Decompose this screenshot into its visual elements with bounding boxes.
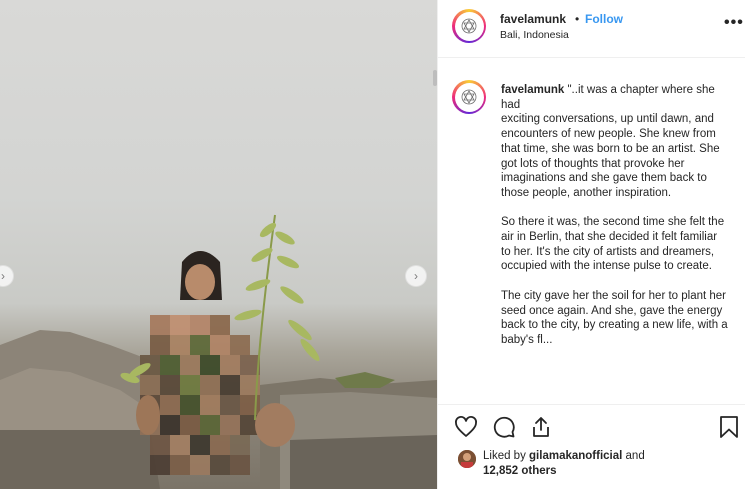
post-header: favelamunk • Follow Bali, Indonesia ••• <box>438 0 745 58</box>
location-link[interactable]: Bali, Indonesia <box>500 29 569 41</box>
next-image-button[interactable]: › <box>405 265 427 287</box>
caption-area: favelamunk "..it was a chapter where she… <box>438 68 745 402</box>
liked-by-prefix: Liked by <box>483 450 530 462</box>
follow-button[interactable]: Follow <box>585 12 623 26</box>
avatar[interactable] <box>452 9 486 43</box>
like-button[interactable] <box>454 415 478 439</box>
photo-illustration <box>0 214 437 489</box>
comment-button[interactable] <box>492 415 516 439</box>
caption-avatar[interactable] <box>452 80 486 114</box>
share-icon <box>533 417 549 437</box>
profile-logo-icon <box>461 89 477 105</box>
avatar-photo <box>458 450 476 468</box>
liker-username[interactable]: gilamakanofficial <box>529 450 622 462</box>
chevron-left-icon: › <box>1 269 5 283</box>
caption-username[interactable]: favelamunk <box>501 84 564 96</box>
more-options-button[interactable]: ••• <box>724 14 744 32</box>
header-username[interactable]: favelamunk <box>500 12 566 26</box>
caption-text: favelamunk "..it was a chapter where she… <box>501 83 729 348</box>
save-button[interactable] <box>718 415 740 439</box>
profile-logo-icon <box>461 18 477 34</box>
heart-icon <box>455 416 477 437</box>
bookmark-icon <box>720 416 738 438</box>
comment-icon <box>493 416 515 438</box>
post-sidebar: favelamunk • Follow Bali, Indonesia ••• … <box>437 0 745 489</box>
actions-bar: Liked by gilamakanofficial and 12,852 oth… <box>438 404 745 489</box>
liked-by-and: and <box>622 450 645 462</box>
caption-body: "..it was a chapter where she had exciti… <box>501 84 728 346</box>
likes-count[interactable]: 12,852 others <box>483 465 557 477</box>
post-photo[interactable]: › › <box>0 0 437 489</box>
chevron-right-icon: › <box>414 269 418 283</box>
share-button[interactable] <box>529 415 553 439</box>
likes-summary: Liked by gilamakanofficial and 12,852 oth… <box>483 449 733 479</box>
separator-dot: • <box>575 12 580 26</box>
liker-avatar[interactable] <box>458 450 476 468</box>
